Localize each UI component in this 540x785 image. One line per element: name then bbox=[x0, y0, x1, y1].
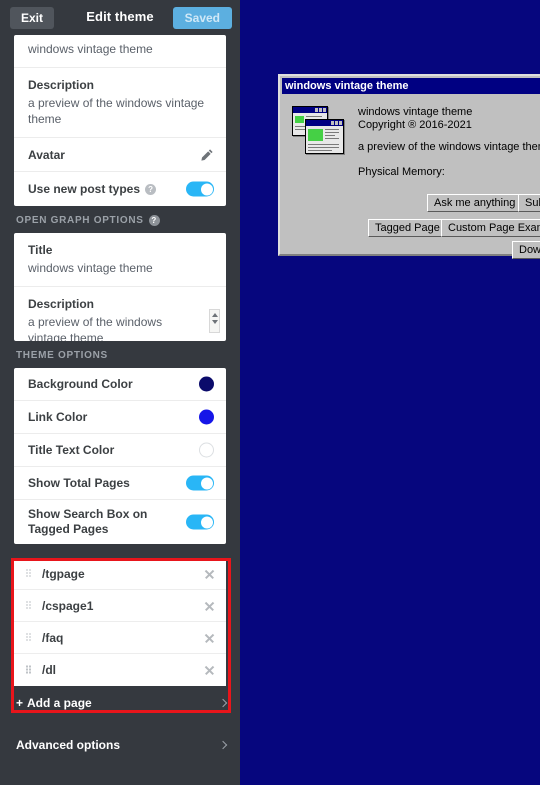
og-title-label: Title bbox=[28, 243, 53, 257]
blog-description-label: Description bbox=[28, 78, 95, 92]
title-text-color-row[interactable]: Title Text Color bbox=[14, 434, 226, 467]
dialog-body: windows vintage theme Copyright ® 2016-2… bbox=[280, 94, 540, 262]
drag-handle-icon[interactable] bbox=[26, 569, 31, 578]
theme-options-card: Background Color Link Color Title Text C… bbox=[14, 368, 226, 544]
open-graph-card: Title windows vintage theme Description … bbox=[14, 233, 226, 341]
og-description-row[interactable]: Description a preview of the windows vin… bbox=[14, 287, 226, 341]
dialog-copyright: Copyright ® 2016-2021 bbox=[358, 119, 472, 131]
advanced-options-label: Advanced options bbox=[16, 738, 121, 752]
chevron-right-icon bbox=[218, 740, 228, 750]
list-item[interactable]: /tgpage bbox=[14, 558, 226, 590]
link-color-label: Link Color bbox=[28, 409, 88, 424]
list-item[interactable]: /cspage1 bbox=[14, 590, 226, 622]
link-color-swatch[interactable] bbox=[199, 409, 214, 425]
page-path: /tgpage bbox=[42, 567, 85, 581]
title-text-color-label: Title Text Color bbox=[28, 442, 115, 457]
background-color-row[interactable]: Background Color bbox=[14, 368, 226, 401]
help-icon[interactable]: ? bbox=[148, 215, 160, 226]
drag-handle-icon[interactable] bbox=[26, 633, 31, 642]
blog-description-value: a preview of the windows vintage theme bbox=[28, 96, 205, 126]
og-title-value: windows vintage theme bbox=[28, 261, 153, 275]
show-total-pages-label: Show Total Pages bbox=[28, 475, 130, 490]
list-item[interactable]: /dl bbox=[14, 654, 226, 686]
blog-title-value: windows vintage theme bbox=[28, 42, 153, 56]
show-total-pages-toggle[interactable] bbox=[186, 475, 214, 491]
add-a-page-button[interactable]: + Add a page bbox=[0, 686, 240, 720]
list-item[interactable]: /faq bbox=[14, 622, 226, 654]
use-new-post-types-toggle[interactable] bbox=[186, 181, 214, 197]
blog-settings-card: windows vintage theme Description a prev… bbox=[14, 35, 226, 206]
dialog-button-tagged-page[interactable]: Tagged Page bbox=[368, 219, 447, 237]
og-description-scroll-spinner[interactable] bbox=[209, 309, 220, 333]
windows-stack-icon bbox=[292, 106, 344, 156]
page-path: /dl bbox=[42, 663, 56, 677]
help-icon[interactable]: ? bbox=[145, 183, 157, 195]
blog-description-row[interactable]: Description a preview of the windows vin… bbox=[14, 68, 226, 138]
saved-button[interactable]: Saved bbox=[172, 7, 232, 29]
dialog-button-ask-me-anything[interactable]: Ask me anything bbox=[427, 194, 523, 212]
og-title-row[interactable]: Title windows vintage theme bbox=[14, 233, 226, 287]
background-color-label: Background Color bbox=[28, 376, 133, 391]
pages-list-card: /tgpage /cspage1 /faq /dl bbox=[14, 558, 226, 686]
dialog-titlebar[interactable]: windows vintage theme bbox=[282, 78, 540, 94]
show-search-box-row[interactable]: Show Search Box on Tagged Pages bbox=[14, 500, 226, 544]
open-graph-section-label: OPEN GRAPH OPTIONS ? bbox=[0, 206, 240, 233]
advanced-options-button[interactable]: Advanced options bbox=[0, 728, 240, 762]
dialog-app-info: windows vintage theme Copyright ® 2016-2… bbox=[358, 106, 472, 132]
editor-header: Exit Edit theme Saved bbox=[0, 0, 240, 35]
chevron-right-icon bbox=[218, 698, 228, 708]
avatar-row[interactable]: Avatar bbox=[14, 138, 226, 172]
close-icon[interactable] bbox=[204, 600, 215, 611]
show-total-pages-row[interactable]: Show Total Pages bbox=[14, 467, 226, 500]
open-graph-section-text: OPEN GRAPH OPTIONS bbox=[16, 215, 144, 226]
pencil-icon[interactable] bbox=[200, 148, 214, 162]
close-icon[interactable] bbox=[204, 568, 215, 579]
background-color-swatch[interactable] bbox=[199, 376, 214, 392]
close-icon[interactable] bbox=[204, 632, 215, 643]
plus-icon: + bbox=[16, 696, 24, 710]
show-search-box-toggle[interactable] bbox=[186, 514, 214, 530]
dialog-button-custom-page-example[interactable]: Custom Page Example bbox=[441, 219, 540, 237]
editor-scroll-body[interactable]: windows vintage theme Description a prev… bbox=[0, 35, 240, 785]
link-color-row[interactable]: Link Color bbox=[14, 401, 226, 434]
use-new-post-types-row[interactable]: Use new post types ? bbox=[14, 172, 226, 206]
dialog-app-name: windows vintage theme bbox=[358, 106, 473, 118]
title-text-color-swatch[interactable] bbox=[199, 442, 214, 458]
dialog-button-submit-a[interactable]: Submit a bbox=[518, 194, 540, 212]
og-description-value: a preview of the windows vintage theme bbox=[28, 315, 163, 341]
vintage-theme-preview-dialog[interactable]: windows vintage theme windows vintage th… bbox=[278, 74, 540, 259]
avatar-label: Avatar bbox=[28, 148, 65, 162]
page-path: /cspage1 bbox=[42, 599, 94, 613]
drag-handle-icon[interactable] bbox=[26, 665, 31, 675]
og-description-label: Description bbox=[28, 297, 95, 311]
dialog-button-download[interactable]: Down bbox=[512, 241, 540, 259]
dialog-memory-label: Physical Memory: bbox=[358, 166, 445, 178]
drag-handle-icon[interactable] bbox=[26, 601, 31, 610]
use-new-post-types-label: Use new post types bbox=[28, 181, 141, 196]
dialog-description: a preview of the windows vintage theme bbox=[358, 141, 540, 153]
show-search-box-label: Show Search Box on Tagged Pages bbox=[28, 507, 148, 536]
blog-title-row[interactable]: windows vintage theme bbox=[14, 35, 226, 68]
close-icon[interactable] bbox=[204, 665, 215, 676]
page-path: /faq bbox=[42, 631, 64, 645]
theme-editor-panel: Exit Edit theme Saved windows vintage th… bbox=[0, 0, 240, 785]
add-a-page-label: Add a page bbox=[27, 696, 92, 710]
theme-options-section-label: THEME OPTIONS bbox=[16, 350, 108, 361]
